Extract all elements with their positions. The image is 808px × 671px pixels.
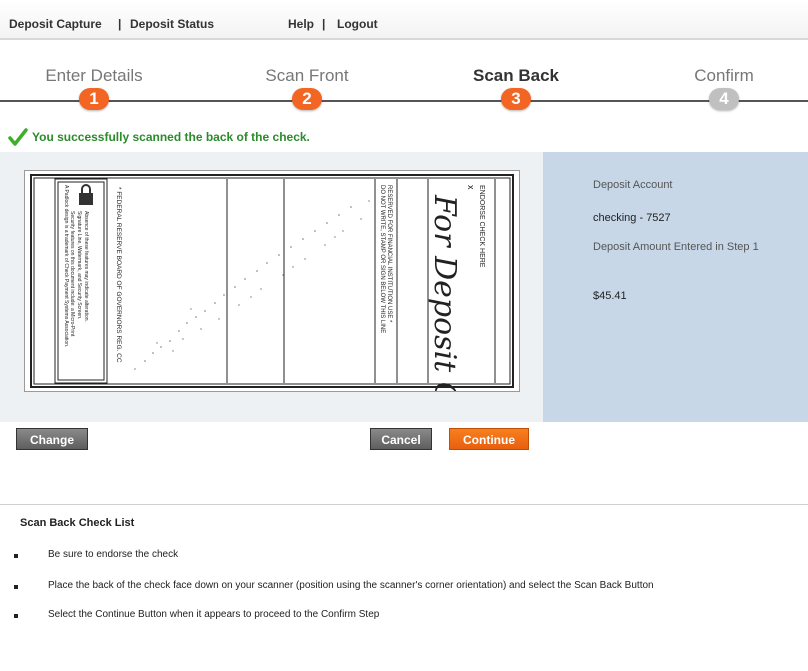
- check-security-text: A Padlock design is a trademark of Check…: [63, 185, 69, 347]
- bullet-icon: [14, 554, 18, 558]
- checkmark-icon: [8, 128, 28, 146]
- check-do-not-write-text: DO NOT WRITE, STAMP OR SIGN BELOW THIS L…: [379, 185, 385, 333]
- step-label: Confirm: [694, 66, 754, 85]
- nav-logout-link[interactable]: Logout: [337, 17, 378, 31]
- deposit-account-value: checking - 7527: [593, 212, 671, 224]
- check-endorse-x: x: [466, 185, 476, 190]
- step-confirm: Confirm: [624, 66, 808, 86]
- step-scan-back: Scan Back: [416, 66, 616, 86]
- step-label: Scan Front: [265, 66, 349, 85]
- step-number-badge: 2: [292, 88, 322, 110]
- stepper-line: [0, 100, 808, 102]
- change-button[interactable]: Change: [16, 428, 88, 450]
- step-number-badge: 1: [79, 88, 109, 110]
- nav-deposit-capture-link[interactable]: Deposit Capture: [9, 17, 102, 31]
- nav-help-link[interactable]: Help: [288, 17, 314, 31]
- checklist-item-text: Select the Continue Button when it appea…: [48, 609, 380, 620]
- checklist-item-text: Place the back of the check face down on…: [48, 580, 654, 591]
- cancel-button[interactable]: Cancel: [370, 428, 432, 450]
- check-image-panel: Security features on this document inclu…: [0, 152, 543, 453]
- checklist-item-text: Be sure to endorse the check: [48, 549, 179, 560]
- bullet-icon: [14, 614, 18, 618]
- security-screen-pattern: [134, 200, 370, 370]
- check-back-image: Security features on this document inclu…: [24, 170, 520, 453]
- success-message: You successfully scanned the back of the…: [8, 127, 310, 147]
- nav-deposit-status-link[interactable]: Deposit Status: [130, 17, 214, 31]
- step-label: Enter Details: [45, 66, 143, 85]
- success-text: You successfully scanned the back of the…: [32, 130, 310, 144]
- continue-button[interactable]: Continue: [449, 428, 529, 450]
- nav-separator: |: [118, 17, 122, 31]
- checklist-title: Scan Back Check List: [20, 517, 135, 529]
- section-divider: [0, 504, 808, 505]
- step-number-badge: 4: [709, 88, 739, 110]
- progress-stepper: Enter Details Scan Front Scan Back Confi…: [0, 40, 808, 120]
- step-enter-details: Enter Details: [0, 66, 194, 86]
- deposit-info-panel: Deposit Account checking - 7527 Deposit …: [543, 152, 808, 422]
- nav-separator: |: [322, 17, 326, 31]
- bullet-icon: [14, 585, 18, 589]
- top-nav: Deposit Capture | Deposit Status Help | …: [0, 0, 808, 40]
- check-endorsement-signature: For Deposit Only: [427, 194, 462, 391]
- check-endorse-header: ENDORSE CHECK HERE: [478, 185, 485, 268]
- step-scan-front: Scan Front: [207, 66, 407, 86]
- deposit-amount-value: $45.41: [593, 290, 627, 302]
- check-back-scan: Security features on this document inclu…: [30, 174, 514, 453]
- check-reserved-text: RESERVED FOR FINANCIAL INSTITUTION USE *: [386, 185, 392, 323]
- step-label: Scan Back: [473, 66, 559, 85]
- deposit-account-label: Deposit Account: [593, 179, 673, 191]
- step-number-badge: 3: [501, 88, 531, 110]
- check-security-text: Signature Line, Watermark, and Security …: [76, 211, 82, 319]
- check-security-text: Absence of these features may indicate a…: [83, 211, 89, 322]
- deposit-amount-label: Deposit Amount Entered in Step 1: [593, 241, 759, 253]
- check-reserve-board-text: * FEDERAL RESERVE BOARD OF GOVERNORS REG…: [115, 187, 122, 363]
